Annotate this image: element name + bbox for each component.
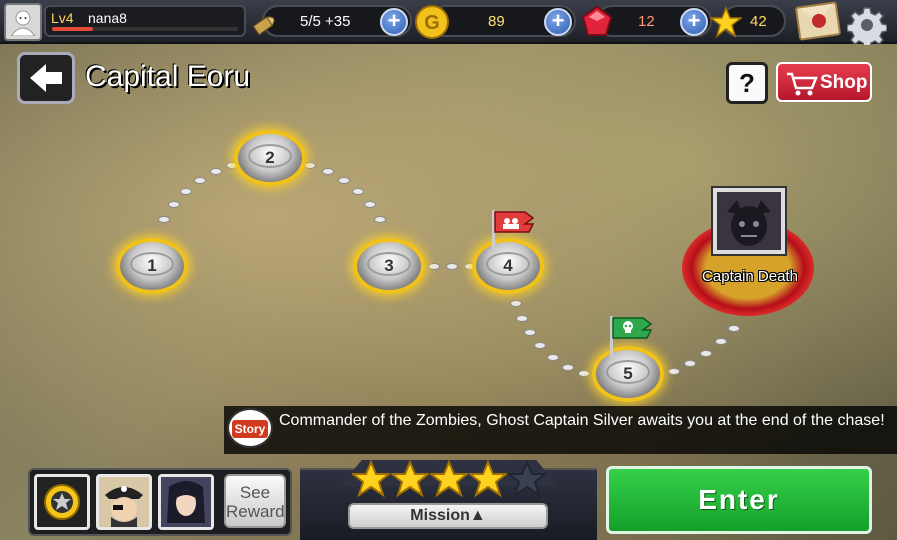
- page-title: Capital Eoru: [85, 60, 251, 93]
- see-reward-button[interactable]: See Reward: [224, 474, 286, 528]
- help-button[interactable]: ?: [726, 62, 768, 104]
- gold-counter: 89 +: [430, 5, 576, 37]
- story-badge: Story: [227, 408, 273, 448]
- star-medal-icon: [44, 484, 80, 520]
- story-badge-label: Story: [232, 420, 268, 438]
- mission-star-filled-icon: [430, 460, 468, 498]
- ruby-gem-icon: [581, 5, 613, 36]
- boss-name: Captain Death: [702, 268, 798, 285]
- gold-value: 89: [488, 13, 505, 30]
- skull-flag-icon: [610, 316, 653, 358]
- bullets-value: 5/5 +35: [300, 13, 351, 30]
- bullets-counter: 5/5 +35 +: [262, 5, 412, 37]
- mission-button[interactable]: Mission▲: [348, 503, 548, 529]
- pirate-hero-portrait-icon: [99, 477, 149, 527]
- star-currency-icon: [710, 6, 742, 38]
- hero-slot-warrior[interactable]: [158, 474, 214, 530]
- mail-icon[interactable]: [794, 1, 842, 41]
- stage-number: 5: [623, 364, 633, 383]
- mission-star-filled-icon: [391, 460, 429, 498]
- back-arrow-icon: [30, 64, 62, 92]
- dark-hair-hero-portrait-icon: [161, 477, 211, 527]
- add-gold-button[interactable]: +: [544, 8, 572, 36]
- stage-node-2[interactable]: 2: [234, 130, 306, 186]
- gems-value: 12: [638, 13, 655, 30]
- settings-gear-icon[interactable]: [847, 5, 887, 45]
- svg-text:G: G: [424, 12, 440, 34]
- shop-button[interactable]: Shop: [776, 62, 872, 102]
- multiplayer-flag-icon: [492, 210, 535, 252]
- player-info: Lv4 nana8: [44, 5, 246, 37]
- player-level: Lv4: [51, 10, 74, 26]
- mission-star-empty-icon: [508, 460, 546, 498]
- back-button[interactable]: [17, 52, 75, 104]
- player-avatar[interactable]: [4, 3, 42, 41]
- stage-number: 2: [265, 148, 275, 167]
- stage-number: 1: [147, 256, 157, 275]
- player-name: nana8: [88, 10, 127, 26]
- mission-star-filled-icon: [469, 460, 507, 498]
- bullet-icon: [252, 16, 275, 36]
- shop-label: Shop: [820, 72, 868, 93]
- stars-value: 42: [750, 13, 767, 30]
- add-bullets-button[interactable]: +: [380, 8, 408, 36]
- stage-number: 3: [384, 256, 394, 275]
- xp-fill: [52, 27, 93, 31]
- avatar-placeholder-icon: [10, 10, 36, 36]
- shopping-cart-icon: [787, 72, 818, 96]
- stage-number: 4: [503, 256, 513, 275]
- item-slot-star-badge[interactable]: [34, 474, 90, 530]
- hero-slot-pirate[interactable]: [96, 474, 152, 530]
- gold-coin-icon: G: [415, 5, 449, 39]
- stage-node-3[interactable]: 3: [353, 238, 425, 294]
- xp-bar: [52, 27, 238, 31]
- mission-star-filled-icon: [352, 460, 390, 498]
- captain-death-portrait-icon: [717, 192, 781, 250]
- enter-button[interactable]: Enter: [606, 466, 872, 534]
- boss-portrait[interactable]: [713, 188, 785, 254]
- add-gems-button[interactable]: +: [680, 8, 708, 36]
- story-text: Commander of the Zombies, Ghost Captain …: [279, 412, 885, 429]
- stage-node-1[interactable]: 1: [116, 238, 188, 294]
